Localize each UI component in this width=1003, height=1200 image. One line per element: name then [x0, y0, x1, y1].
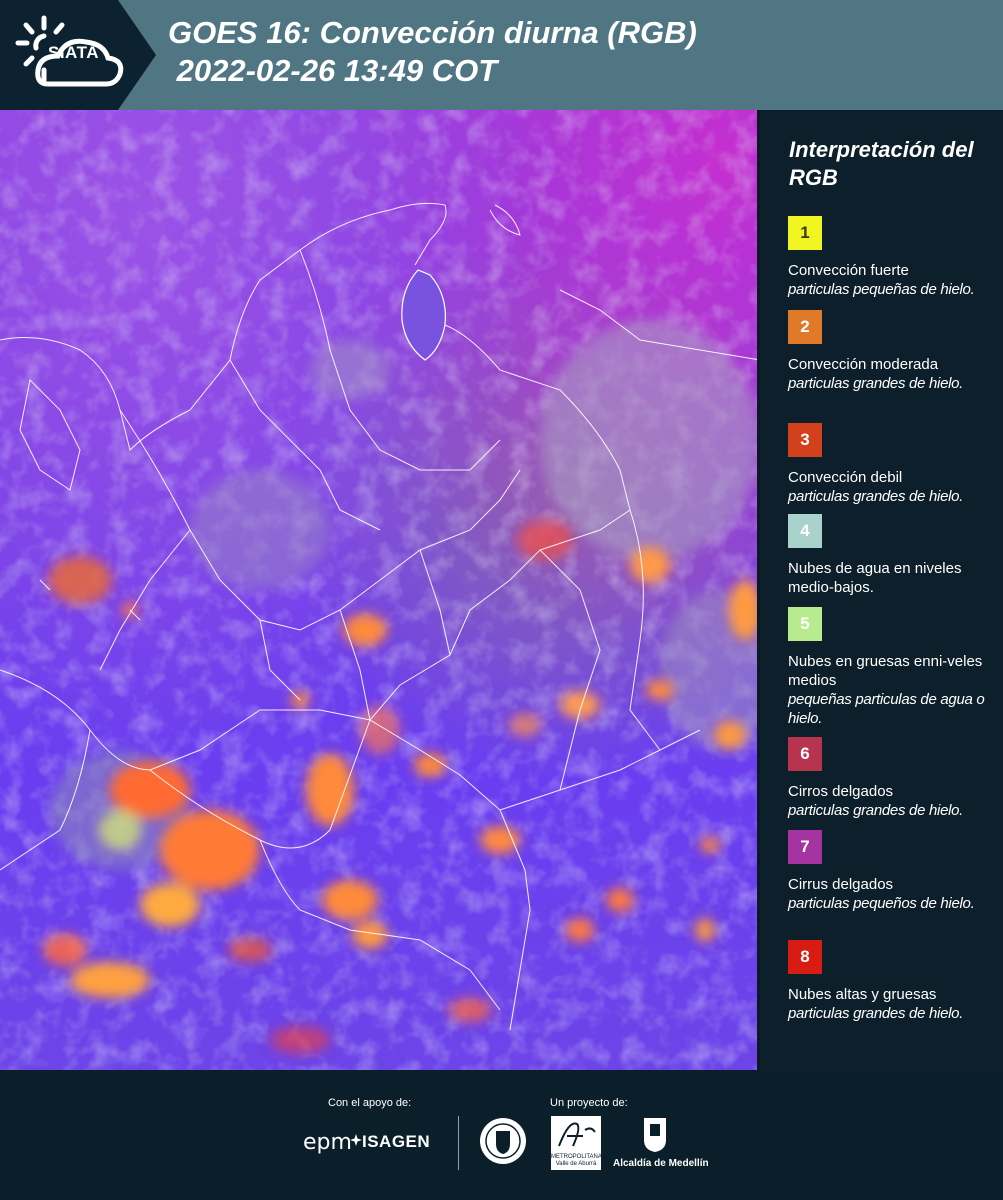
satellite-map: [0, 110, 760, 1070]
legend-item-5: 5 Nubes en gruesas enni-veles medios peq…: [788, 607, 996, 728]
legend-item-sub: particulas grandes de hielo.: [788, 375, 964, 392]
legend-swatch: 5: [788, 607, 822, 641]
legend-number: 1: [800, 223, 810, 242]
legend-item-3: 3 Convección debil particulas grandes de…: [788, 423, 996, 506]
legend-title: Interpretación del RGB: [789, 137, 974, 190]
header-bar: SIATA GOES 16: Convección diurna (RGB) 2…: [0, 0, 1003, 110]
legend-item-main: Convección debil: [788, 469, 903, 486]
legend-number: 4: [800, 521, 810, 540]
legend-item-7: 7 Cirrus delgados particulas pequeños de…: [788, 830, 996, 913]
area-logo-mark-icon: [558, 1122, 596, 1147]
medellin-shield-icon: [644, 1118, 666, 1152]
legend-swatch: 8: [788, 940, 822, 974]
legend-panel: Interpretación del RGB 1 Convección fuer…: [760, 110, 1003, 1070]
legend-item-main: Nubes de agua en niveles medio-bajos.: [788, 560, 962, 596]
legend-swatch: 2: [788, 310, 822, 344]
legend-item-main: Cirrus delgados: [788, 876, 894, 893]
legend-item-sub: particulas grandes de hielo.: [788, 802, 964, 819]
map-image: [0, 110, 760, 1070]
legend-item-4: 4 Nubes de agua en niveles medio-bajos.: [788, 514, 996, 597]
alcaldia-medellin-text: Alcaldía de Medellín: [613, 1158, 709, 1169]
legend-item-main: Nubes altas y gruesas: [788, 986, 937, 1003]
footer: Con el apoyo de: Un proyecto de: epm ISA…: [0, 1070, 1003, 1200]
legend-item-sub: pequeñas particulas de agua o hielo.: [788, 691, 985, 727]
legend-item-sub: particulas pequeñas de hielo.: [788, 281, 975, 298]
isagen-star-icon: [350, 1134, 362, 1146]
legend-item-6: 6 Cirros delgados particulas grandes de …: [788, 737, 996, 820]
legend-item-2: 2 Convección moderada particulas grandes…: [788, 310, 996, 393]
legend-item-main: Convección fuerte: [788, 262, 909, 279]
project-label: Un proyecto de:: [550, 1097, 628, 1109]
legend-swatch: 7: [788, 830, 822, 864]
footer-divider: [458, 1116, 459, 1170]
page-title: GOES 16: Convección diurna (RGB) 2022-02…: [168, 15, 697, 88]
legend-number: 8: [800, 947, 810, 966]
legend-swatch: 1: [788, 216, 822, 250]
epm-logo: epm: [303, 1130, 352, 1155]
siata-logo-text: SIATA: [48, 43, 99, 62]
legend-item-main: Nubes en gruesas enni-veles medios: [788, 653, 983, 689]
legend-item-1: 1 Convección fuerte particulas pequeñas …: [788, 216, 996, 299]
legend-swatch: 3: [788, 423, 822, 457]
legend-item-sub: particulas grandes de hielo.: [788, 488, 964, 505]
antioquia-seal-icon: [480, 1118, 526, 1164]
legend-item-8: 8 Nubes altas y gruesas particulas grand…: [788, 940, 996, 1023]
legend-item-main: Cirros delgados: [788, 783, 894, 800]
legend-swatch: 4: [788, 514, 822, 548]
isagen-logo: ISAGEN: [362, 1132, 431, 1151]
legend-number: 6: [800, 744, 810, 763]
legend-number: 5: [800, 614, 810, 633]
support-label: Con el apoyo de:: [328, 1097, 412, 1109]
legend-item-main: Convección moderada: [788, 356, 939, 373]
legend-swatch: 6: [788, 737, 822, 771]
legend-number: 3: [800, 430, 810, 449]
legend-number: 7: [800, 837, 810, 856]
legend-item-sub: particulas pequeños de hielo.: [788, 895, 975, 912]
legend-number: 2: [800, 317, 810, 336]
legend-item-sub: particulas grandes de hielo.: [788, 1005, 964, 1022]
area-metropolitana-text: METROPOLITANA Valle de Aburrá: [551, 1154, 602, 1167]
